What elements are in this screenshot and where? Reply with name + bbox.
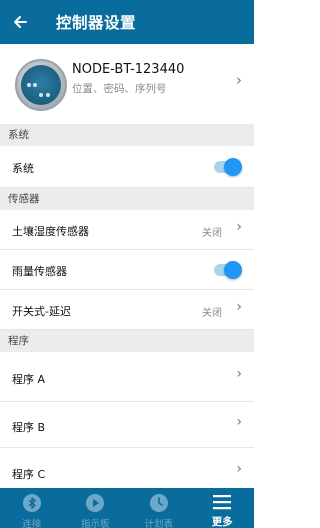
bluetooth-icon	[22, 494, 41, 512]
row-program-b[interactable]: 程序 B ›	[0, 402, 254, 448]
row-switch-delay[interactable]: 开关式-延迟 关闭 ›	[0, 290, 254, 330]
chevron-right-icon: ›	[236, 299, 242, 315]
chevron-right-icon: ›	[236, 71, 242, 89]
row-program-a[interactable]: 程序 A ›	[0, 352, 254, 402]
tab-connect[interactable]: 连接	[0, 488, 64, 528]
section-header-sensors: 传感器	[0, 188, 254, 210]
tab-schedule[interactable]: 计划表	[127, 488, 191, 528]
device-subtitle: 位置、密码、序列号	[72, 83, 167, 95]
system-toggle[interactable]	[214, 158, 242, 176]
row-label: 程序 B	[12, 421, 46, 434]
row-label: 雨量传感器	[12, 265, 67, 278]
row-label: 程序 A	[12, 373, 46, 386]
bottom-nav: 连接 指示板 计划表 更多	[0, 488, 254, 528]
row-rain-sensor[interactable]: 雨量传感器	[0, 250, 254, 290]
arrow-left-icon	[14, 16, 27, 28]
page-title: 控制器设置	[56, 14, 137, 32]
tab-label: 指示板	[80, 519, 110, 528]
row-label: 程序 C	[12, 468, 46, 481]
row-label: 开关式-延迟	[12, 305, 71, 318]
app-header: 控制器设置	[0, 0, 254, 44]
clock-icon	[149, 494, 168, 512]
menu-icon	[213, 495, 232, 510]
row-value: 关闭	[202, 228, 222, 239]
rain-sensor-toggle[interactable]	[214, 261, 242, 279]
device-name: NODE-BT-123440	[72, 62, 185, 77]
tab-label: 连接	[22, 519, 42, 528]
chevron-right-icon: ›	[236, 414, 242, 430]
device-info-row[interactable]: NODE-BT-123440 位置、密码、序列号 ›	[0, 44, 254, 124]
chevron-right-icon: ›	[236, 461, 242, 477]
row-system[interactable]: 系统	[0, 146, 254, 188]
back-button[interactable]	[0, 0, 40, 44]
row-program-c[interactable]: 程序 C ›	[0, 448, 254, 488]
controller-device-icon	[15, 59, 67, 111]
section-header-system: 系统	[0, 124, 254, 146]
play-icon	[86, 494, 105, 512]
chevron-right-icon: ›	[236, 366, 242, 382]
chevron-right-icon: ›	[236, 219, 242, 235]
tab-more[interactable]: 更多	[191, 488, 255, 528]
tab-dashboard[interactable]: 指示板	[64, 488, 128, 528]
row-soil-moisture-sensor[interactable]: 土壤湿度传感器 关闭 ›	[0, 210, 254, 250]
row-value: 关闭	[202, 308, 222, 319]
tab-label: 计划表	[144, 519, 173, 528]
section-header-programs: 程序	[0, 330, 254, 352]
row-label: 系统	[12, 162, 34, 175]
tab-label: 更多	[211, 516, 233, 528]
row-label: 土壤湿度传感器	[12, 225, 89, 238]
